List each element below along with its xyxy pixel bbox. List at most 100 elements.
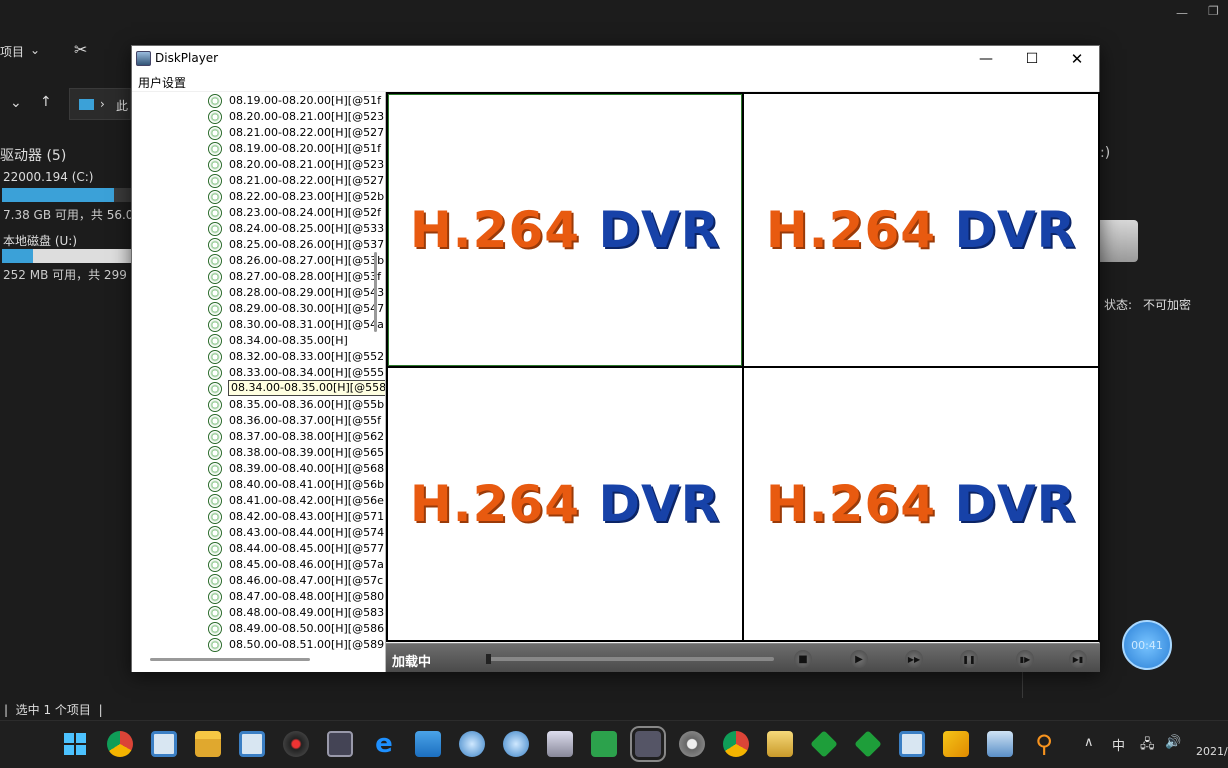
file-list-item[interactable]: 08.28.00-08.29.00[H][@543 <box>208 285 385 301</box>
window-app-icon[interactable] <box>151 731 177 757</box>
horizontal-scrollbar[interactable] <box>150 658 310 661</box>
window-app-icon[interactable] <box>899 731 925 757</box>
file-list-item[interactable]: 08.20.00-08.21.00[H][@523 <box>208 109 385 125</box>
camera-icon[interactable] <box>283 731 309 757</box>
file-list-item[interactable]: 08.22.00-08.23.00[H][@52b <box>208 189 385 205</box>
title-bar[interactable]: DiskPlayer — ☐ ✕ <box>132 46 1099 71</box>
recorder-icon[interactable] <box>591 731 617 757</box>
green-diamond-icon[interactable] <box>854 730 882 758</box>
network-icon[interactable]: 🖧 <box>1140 735 1155 757</box>
chevron-down-icon[interactable]: ⌄ <box>10 95 22 111</box>
next-button[interactable]: ▶▮ <box>1069 650 1087 668</box>
fast-forward-button[interactable]: ▶▶ <box>905 650 923 668</box>
file-list-item[interactable]: 08.48.00-08.49.00[H][@583 <box>208 605 385 621</box>
file-list-item[interactable]: 08.21.00-08.22.00[H][@527 <box>208 173 385 189</box>
globe-icon[interactable] <box>503 731 529 757</box>
search-icon[interactable]: ⚲ <box>1031 731 1057 757</box>
cut-icon[interactable]: ✂ <box>74 40 87 59</box>
file-list-item[interactable]: 08.46.00-08.47.00[H][@57c <box>208 573 385 589</box>
file-list-item[interactable]: 08.26.00-08.27.00[H][@53b <box>208 253 385 269</box>
play-button[interactable]: ▶ <box>850 650 868 668</box>
tray-chevron-up-icon[interactable]: ∧ <box>1084 735 1094 750</box>
start-icon[interactable] <box>62 731 88 757</box>
video-channel-4[interactable]: H.264 DVR <box>744 368 1098 640</box>
globe-icon[interactable] <box>459 731 485 757</box>
file-tree[interactable]: 08.19.00-08.20.00[H][@51f 08.20.00-08.21.… <box>132 92 386 672</box>
file-name: 08.21.00-08.22.00[H][@527 <box>229 126 385 139</box>
video-channel-2[interactable]: H.264 DVR <box>744 94 1098 366</box>
file-list-item[interactable]: 08.25.00-08.26.00[H][@537 <box>208 237 385 253</box>
breadcrumb[interactable]: 此 <box>116 97 128 114</box>
chart-app-icon[interactable] <box>987 731 1013 757</box>
file-list-item[interactable]: 08.44.00-08.45.00[H][@577 <box>208 541 385 557</box>
file-list-item[interactable]: 08.37.00-08.38.00[H][@562 <box>208 429 385 445</box>
green-diamond-icon[interactable] <box>810 730 838 758</box>
app-circle-icon[interactable] <box>679 731 705 757</box>
file-list-item[interactable]: 08.20.00-08.21.00[H][@523 <box>208 157 385 173</box>
pause-button[interactable]: ❚❚ <box>960 650 978 668</box>
file-list-item[interactable]: 08.42.00-08.43.00[H][@571 <box>208 509 385 525</box>
video-channel-1[interactable]: H.264 DVR <box>388 94 742 366</box>
up-arrow-icon[interactable]: ↑ <box>40 94 52 110</box>
file-list-item[interactable]: 08.45.00-08.46.00[H][@57a <box>208 557 385 573</box>
drive-icon[interactable] <box>1100 220 1138 262</box>
stop-button[interactable]: ■ <box>794 650 812 668</box>
file-list-item[interactable]: 08.49.00-08.50.00[H][@586 <box>208 621 385 637</box>
seek-thumb[interactable] <box>486 654 491 664</box>
file-list-item[interactable]: 08.21.00-08.22.00[H][@527 <box>208 125 385 141</box>
ie-icon[interactable]: e <box>371 731 397 757</box>
cloud-icon[interactable] <box>415 731 441 757</box>
file-list-item[interactable]: 08.39.00-08.40.00[H][@568 <box>208 461 385 477</box>
file-list-item[interactable]: 08.33.00-08.34.00[H][@555 <box>208 365 385 381</box>
file-list-item[interactable]: 08.36.00-08.37.00[H][@55f <box>208 413 385 429</box>
file-list-item[interactable]: 08.30.00-08.31.00[H][@54a <box>208 317 385 333</box>
file-list-item[interactable]: 08.40.00-08.41.00[H][@56b <box>208 477 385 493</box>
file-list-item[interactable]: 08.38.00-08.39.00[H][@565 <box>208 445 385 461</box>
explorer-toolbar-label[interactable]: 项目 <box>0 43 24 60</box>
file-name: 08.26.00-08.27.00[H][@53b <box>229 254 385 267</box>
media-player-icon[interactable] <box>327 731 353 757</box>
clock-date[interactable]: 2021/ <box>1196 745 1228 758</box>
seek-slider[interactable] <box>486 654 774 664</box>
file-list-item[interactable]: 08.24.00-08.25.00[H][@533 <box>208 221 385 237</box>
video-file-icon <box>208 318 222 332</box>
menu-item-user-settings[interactable]: 用户设置 <box>138 74 186 91</box>
file-list-item[interactable]: 08.32.00-08.33.00[H][@552 <box>208 349 385 365</box>
folder-search-icon[interactable] <box>767 731 793 757</box>
file-list-item[interactable]: 08.19.00-08.20.00[H][@51f <box>208 93 385 109</box>
yellow-app-icon[interactable] <box>943 731 969 757</box>
minimize-icon[interactable]: — <box>1176 6 1188 20</box>
vertical-scrollbar[interactable] <box>374 252 377 332</box>
file-explorer-icon[interactable] <box>195 731 221 757</box>
file-list-item[interactable]: 08.29.00-08.30.00[H][@547 <box>208 301 385 317</box>
close-button[interactable]: ✕ <box>1054 46 1100 71</box>
device-icon[interactable] <box>547 731 573 757</box>
drive-u-name[interactable]: 本地磁盘 (U:) <box>3 232 77 249</box>
video-file-icon <box>208 158 222 172</box>
window-app-icon[interactable] <box>239 731 265 757</box>
chrome-icon[interactable] <box>107 731 133 757</box>
address-bar[interactable]: › 此 <box>69 88 131 120</box>
file-list-item[interactable]: 08.27.00-08.28.00[H][@53f <box>208 269 385 285</box>
file-list-item[interactable]: 08.47.00-08.48.00[H][@580 <box>208 589 385 605</box>
drive-c-name[interactable]: 22000.194 (C:) <box>3 170 94 184</box>
file-name: 08.30.00-08.31.00[H][@54a <box>229 318 384 331</box>
minimize-button[interactable]: — <box>963 46 1009 71</box>
file-list-item[interactable]: 08.19.00-08.20.00[H][@51f <box>208 141 385 157</box>
file-list-item[interactable]: 08.41.00-08.42.00[H][@56e <box>208 493 385 509</box>
step-frame-button[interactable]: ▮▶ <box>1016 650 1034 668</box>
file-name: 08.24.00-08.25.00[H][@533 <box>229 222 385 235</box>
file-list-item[interactable]: 08.50.00-08.51.00[H][@589 <box>208 637 385 653</box>
file-list-item[interactable]: 08.34.00-08.35.00[H] <box>208 333 385 349</box>
restore-icon[interactable]: ❐ <box>1208 4 1219 18</box>
recording-timer-bubble[interactable]: 00:41 <box>1122 620 1172 670</box>
file-list-item[interactable]: 08.43.00-08.44.00[H][@574 <box>208 525 385 541</box>
ime-indicator[interactable]: 中 <box>1112 735 1125 754</box>
file-list-item[interactable]: 08.35.00-08.36.00[H][@55b <box>208 397 385 413</box>
video-channel-3[interactable]: H.264 DVR <box>388 368 742 640</box>
maximize-button[interactable]: ☐ <box>1009 46 1055 71</box>
volume-icon[interactable]: 🔊 <box>1165 735 1181 750</box>
diskplayer-taskbar-icon[interactable] <box>630 726 666 762</box>
file-list-item[interactable]: 08.23.00-08.24.00[H][@52f <box>208 205 385 221</box>
chrome-icon[interactable] <box>723 731 749 757</box>
